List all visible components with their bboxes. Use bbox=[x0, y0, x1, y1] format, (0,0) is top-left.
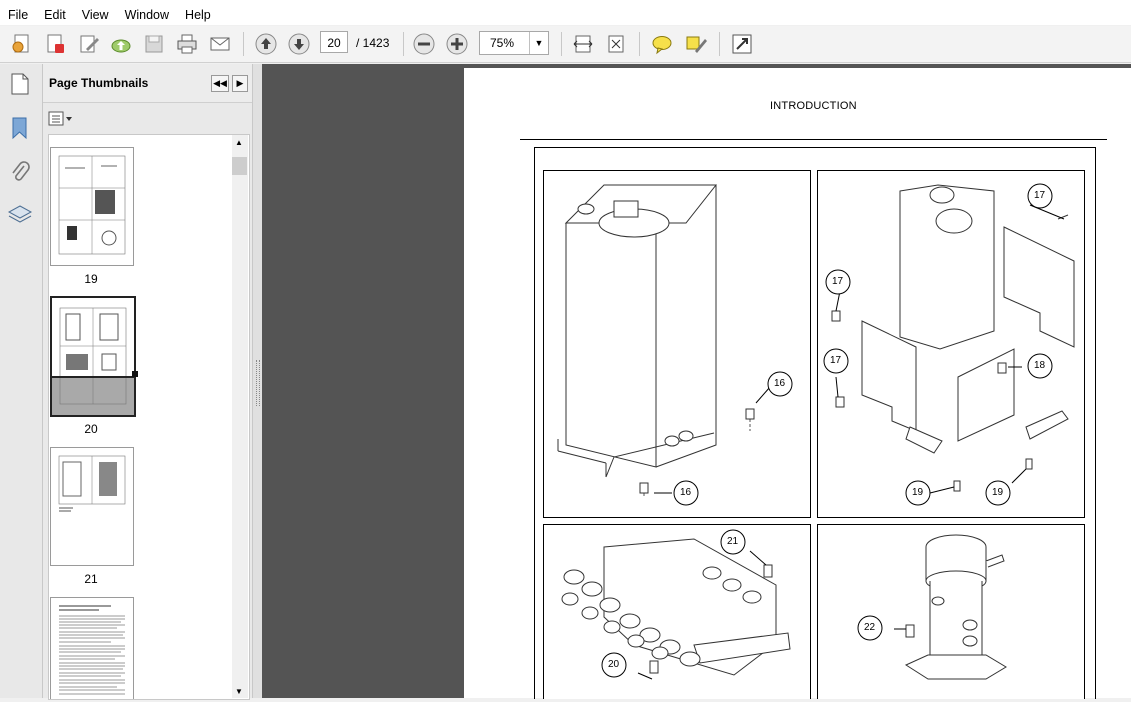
thumbnail-options-icon[interactable] bbox=[48, 110, 74, 131]
highlight-icon[interactable] bbox=[683, 31, 709, 57]
thumbnail-label-20: 20 bbox=[84, 422, 98, 436]
sign-icon[interactable] bbox=[76, 31, 102, 57]
menu-file[interactable]: File bbox=[0, 5, 36, 25]
menu-view[interactable]: View bbox=[74, 5, 117, 25]
fit-page-icon[interactable] bbox=[603, 31, 629, 57]
create-pdf-icon[interactable] bbox=[8, 31, 34, 57]
comment-icon[interactable] bbox=[649, 31, 675, 57]
thumbnail-label-19: 19 bbox=[84, 272, 98, 286]
zoom-value: 75% bbox=[490, 36, 515, 50]
page-number-input[interactable]: 20 bbox=[320, 31, 348, 53]
save-icon[interactable] bbox=[141, 31, 167, 57]
thumbnail-page-19[interactable] bbox=[50, 147, 134, 266]
callout-16: 16 bbox=[774, 378, 786, 389]
figure-panel-tank bbox=[543, 170, 811, 518]
scroll-up-icon[interactable]: ▲ bbox=[235, 138, 243, 147]
bookmark-icon[interactable] bbox=[9, 116, 31, 143]
figure-panel-swivel bbox=[817, 524, 1085, 699]
figure-panel-bracket bbox=[817, 170, 1085, 518]
panel-header: Page Thumbnails ◀◀ ▶ bbox=[43, 64, 252, 103]
upload-icon[interactable] bbox=[108, 31, 134, 57]
fullscreen-icon[interactable] bbox=[729, 31, 755, 57]
menu-help[interactable]: Help bbox=[177, 5, 219, 25]
callout-19: 19 bbox=[912, 487, 924, 498]
panel-options-button[interactable]: ▶ bbox=[232, 75, 248, 92]
callout-17: 17 bbox=[830, 355, 842, 366]
thumbnail-page-21[interactable] bbox=[50, 447, 134, 566]
callout-17: 17 bbox=[832, 276, 844, 287]
tank-illustration bbox=[557, 184, 771, 497]
toolbar bbox=[0, 26, 1131, 63]
scrollbar-thumb[interactable] bbox=[232, 157, 247, 175]
zoom-select[interactable]: 75% ▼ bbox=[479, 31, 549, 55]
collapse-panel-button[interactable]: ◀◀ bbox=[211, 75, 229, 92]
layers-icon[interactable] bbox=[7, 202, 33, 229]
swivel-illustration bbox=[894, 534, 1007, 680]
bracket-illustration bbox=[831, 184, 1075, 494]
thumbnail-page-22[interactable] bbox=[50, 597, 134, 699]
email-icon[interactable] bbox=[207, 31, 233, 57]
callout-20: 20 bbox=[608, 659, 620, 670]
header-rule bbox=[520, 139, 1107, 140]
menu-bar: File Edit View Window Help bbox=[0, 5, 1131, 25]
thumbnail-page-20[interactable] bbox=[50, 296, 138, 417]
page-up-icon[interactable] bbox=[253, 31, 279, 57]
figure-panel-valve bbox=[543, 524, 811, 699]
navigation-rail bbox=[0, 64, 43, 698]
scroll-down-icon[interactable]: ▼ bbox=[235, 687, 243, 696]
valve-illustration bbox=[561, 538, 791, 680]
thumbnails-scrollbar[interactable]: ▲ ▼ bbox=[232, 135, 248, 698]
callout-22: 22 bbox=[864, 622, 876, 633]
zoom-out-icon[interactable] bbox=[411, 31, 437, 57]
attachment-icon[interactable] bbox=[9, 160, 31, 187]
menu-window[interactable]: Window bbox=[117, 5, 177, 25]
callout-18: 18 bbox=[1034, 360, 1046, 371]
zoom-in-icon[interactable] bbox=[444, 31, 470, 57]
callout-21: 21 bbox=[727, 536, 739, 547]
callout-16: 16 bbox=[680, 487, 692, 498]
callout-17: 17 bbox=[1034, 190, 1046, 201]
page-thumbnails-icon[interactable] bbox=[9, 72, 31, 99]
edit-pdf-icon[interactable] bbox=[42, 31, 68, 57]
thumbnail-label-21: 21 bbox=[84, 572, 98, 586]
page-total: / 1423 bbox=[356, 36, 390, 50]
print-icon[interactable] bbox=[174, 31, 200, 57]
menu-edit[interactable]: Edit bbox=[36, 5, 74, 25]
page-header: INTRODUCTION bbox=[770, 100, 857, 112]
page-down-icon[interactable] bbox=[286, 31, 312, 57]
fit-width-icon[interactable] bbox=[570, 31, 596, 57]
chevron-down-icon[interactable]: ▼ bbox=[529, 32, 548, 54]
panel-title: Page Thumbnails bbox=[49, 76, 149, 90]
callout-19: 19 bbox=[992, 487, 1004, 498]
